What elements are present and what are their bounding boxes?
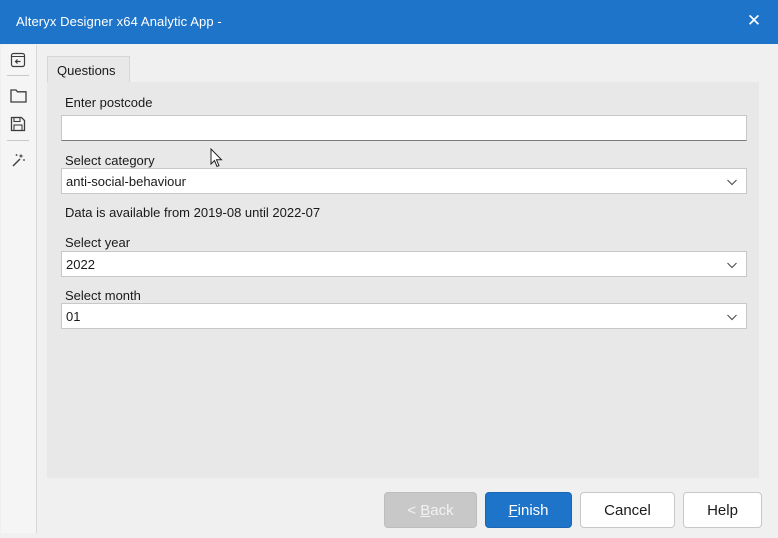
magic-wand-icon[interactable] <box>8 150 28 170</box>
postcode-input[interactable] <box>61 115 747 141</box>
chevron-down-icon <box>727 262 737 269</box>
window-title: Alteryx Designer x64 Analytic App - <box>16 14 222 29</box>
year-value: 2022 <box>66 257 95 272</box>
finish-button[interactable]: Finish <box>485 492 572 528</box>
finish-button-label: Finish <box>508 501 549 519</box>
tab-label: Questions <box>57 63 116 78</box>
year-select[interactable]: 2022 <box>61 251 747 277</box>
category-value: anti-social-behaviour <box>66 174 186 189</box>
chevron-down-icon <box>727 179 737 186</box>
chevron-down-icon <box>727 314 737 321</box>
help-button[interactable]: Help <box>683 492 762 528</box>
mouse-cursor-icon <box>210 148 223 168</box>
tab-questions[interactable]: Questions <box>47 56 130 82</box>
postcode-label: Enter postcode <box>65 95 153 110</box>
questions-panel <box>47 82 759 478</box>
month-label: Select month <box>65 288 141 303</box>
month-select[interactable]: 01 <box>61 303 747 329</box>
close-icon[interactable]: ✕ <box>744 11 764 31</box>
open-folder-icon[interactable] <box>8 85 28 105</box>
help-button-label: Help <box>707 501 738 519</box>
title-bar: Alteryx Designer x64 Analytic App - ✕ <box>0 0 778 44</box>
availability-note: Data is available from 2019-08 until 202… <box>65 205 321 220</box>
back-button-label: < Back <box>407 501 454 519</box>
collapse-panel-icon[interactable] <box>8 50 28 70</box>
toolbar-divider <box>7 75 29 76</box>
category-select[interactable]: anti-social-behaviour <box>61 168 747 194</box>
side-toolbar <box>1 45 37 533</box>
month-value: 01 <box>66 309 81 324</box>
category-label: Select category <box>65 153 155 168</box>
back-button[interactable]: < Back <box>384 492 477 528</box>
cancel-button-label: Cancel <box>604 501 651 519</box>
year-label: Select year <box>65 235 131 250</box>
cancel-button[interactable]: Cancel <box>580 492 675 528</box>
toolbar-divider <box>7 140 29 141</box>
save-icon[interactable] <box>8 114 28 134</box>
